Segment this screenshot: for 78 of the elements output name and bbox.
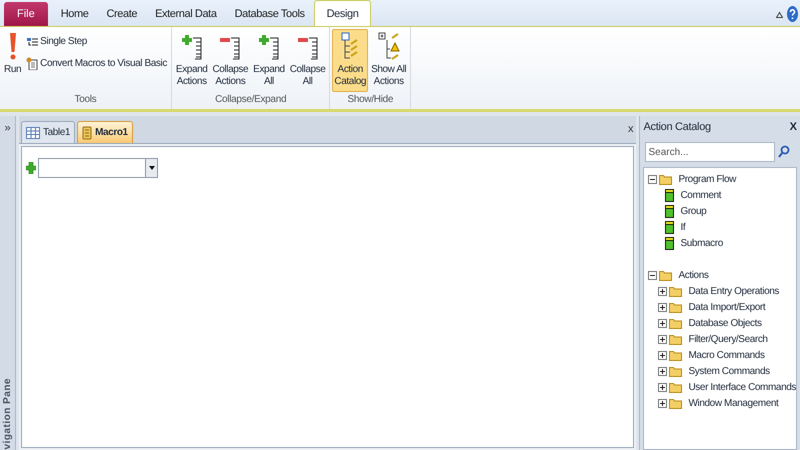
panel-title: Action Catalog	[643, 120, 711, 135]
exclamation-icon	[8, 32, 18, 62]
action-icon	[665, 220, 674, 234]
navigation-pane-label[interactable]: vigation Pane	[0, 378, 15, 450]
expand-node-icon[interactable]	[658, 302, 668, 312]
add-icon[interactable]	[26, 162, 36, 174]
close-button[interactable]: x	[628, 121, 634, 138]
tree-item[interactable]: If	[680, 220, 686, 234]
folder-icon	[669, 334, 682, 344]
expand-pane-button[interactable]: »	[4, 120, 11, 136]
expand-icon	[180, 33, 203, 61]
tree-item[interactable]: Database Objects	[688, 316, 762, 330]
tree-warning-icon	[378, 32, 400, 62]
add-action-dropdown[interactable]	[38, 158, 158, 178]
search-icon[interactable]	[778, 145, 790, 159]
folder-icon	[669, 382, 682, 392]
caret-icon	[148, 166, 154, 170]
document-tab[interactable]: Macro1	[77, 121, 133, 143]
ribbon-button[interactable]: Collapse All	[288, 29, 328, 92]
document-tab[interactable]: Table1	[21, 121, 76, 143]
expand-node-icon[interactable]	[658, 366, 668, 376]
folder-icon	[669, 366, 682, 376]
folder-icon	[669, 318, 682, 328]
expand-node-icon[interactable]	[658, 398, 668, 408]
tree-item[interactable]: Comment	[680, 188, 722, 202]
expand-node-icon[interactable]	[658, 334, 668, 344]
ribbon-tab[interactable]: External Data	[146, 2, 226, 26]
folder-icon	[669, 398, 682, 408]
ribbon-small-button[interactable]: Single Step	[24, 33, 169, 50]
close-button[interactable]: X	[790, 118, 797, 136]
action-icon	[665, 236, 674, 250]
tree-item[interactable]: Submacro	[680, 236, 723, 250]
tree-item[interactable]: Actions	[678, 268, 708, 282]
step-icon	[26, 36, 38, 46]
table-icon	[26, 126, 40, 138]
folder-icon	[669, 302, 682, 312]
ribbon-small-button[interactable]: Convert Macros to Visual Basic	[24, 55, 169, 72]
scroll-icon	[82, 126, 92, 140]
expand-node-icon[interactable]	[658, 382, 668, 392]
search-field[interactable]: Search...	[645, 142, 776, 162]
tree-item[interactable]: User Interface Commands	[688, 380, 796, 394]
help-icon	[787, 6, 798, 22]
tree-item[interactable]: Filter/Query/Search	[688, 332, 768, 346]
group-label: Tools	[74, 93, 98, 107]
ribbon-button[interactable]: Show All Actions	[369, 29, 408, 92]
ribbon-tab[interactable]: Home	[52, 2, 98, 26]
group-label: Collapse/Expand	[214, 93, 288, 107]
ribbon-tab[interactable]: Design	[314, 0, 372, 27]
ribbon-button[interactable]: Expand Actions	[174, 29, 210, 92]
tree-item[interactable]: System Commands	[688, 364, 770, 378]
folder-icon	[659, 174, 672, 184]
expand-node-icon[interactable]	[658, 286, 668, 296]
minimize-ribbon-icon	[776, 10, 783, 18]
ribbon-button[interactable]: Run	[2, 29, 24, 92]
tree-item[interactable]: Macro Commands	[688, 348, 765, 362]
ribbon-tab[interactable]: Database Tools	[226, 2, 314, 26]
folder-icon	[669, 350, 682, 360]
folder-icon	[659, 270, 672, 280]
file-tab[interactable]: File	[4, 2, 48, 26]
expand-node-icon[interactable]	[658, 350, 668, 360]
ribbon-tab[interactable]: Create	[97, 2, 146, 26]
action-icon	[665, 188, 674, 202]
tree-item[interactable]: Program Flow	[678, 172, 736, 186]
collapse-node-icon[interactable]	[648, 270, 658, 280]
ribbon-button[interactable]: Action Catalog	[332, 29, 368, 92]
tree-item[interactable]: Group	[680, 204, 706, 218]
tree-item[interactable]: Window Management	[688, 396, 778, 410]
ribbon-button[interactable]: Collapse Actions	[210, 29, 250, 92]
convert-icon	[26, 57, 38, 70]
folder-icon	[669, 286, 682, 296]
action-icon	[665, 204, 674, 218]
group-label: Show/Hide	[346, 93, 394, 107]
tree-item[interactable]: Data Entry Operations	[688, 284, 780, 298]
tree-item[interactable]: Data Import/Export	[688, 300, 766, 314]
expand-node-icon[interactable]	[658, 318, 668, 328]
expand-icon	[258, 33, 280, 61]
ribbon-button[interactable]: Expand All	[251, 29, 287, 92]
collapse-node-icon[interactable]	[648, 174, 658, 184]
